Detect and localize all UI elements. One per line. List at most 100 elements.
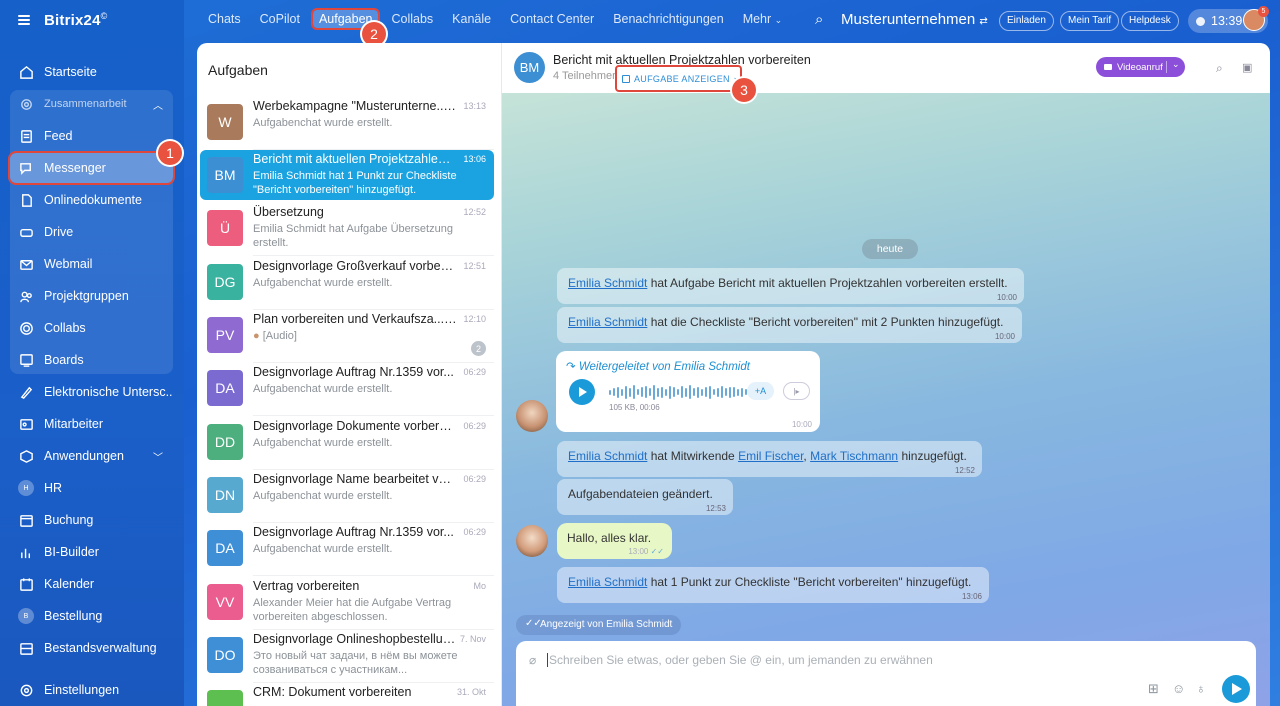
show-task-link[interactable]: AUFGABE ANZEIGEN › <box>615 65 742 92</box>
sidebar-item-onlinedokumente[interactable]: Onlinedokumente <box>10 185 173 215</box>
sidebar-item-label: Mitarbeiter <box>44 417 104 431</box>
sidebar-item-einstellungen[interactable]: Einstellungen <box>10 675 173 705</box>
system-message: Aufgabendateien geändert. 12:53 <box>557 479 733 515</box>
chat-time: 12:52 <box>463 207 486 217</box>
user-link[interactable]: Mark Tischmann <box>810 449 898 463</box>
sidebar-item-bestandsverwaltung[interactable]: Bestandsverwaltung <box>10 633 173 663</box>
chat-name: Designvorlage Großverkauf vorberei... <box>253 259 457 273</box>
chat-list-item[interactable]: DN Designvorlage Name bearbeitet vor... 06… <box>200 470 494 523</box>
chat-list-item[interactable]: DO Designvorlage Onlineshopbestellun... 7.… <box>200 630 494 683</box>
sidebar-item-bestellung[interactable]: B Bestellung <box>10 601 173 631</box>
chat-list-item[interactable]: CRM: Dokument vorbereiten 31. Okt <box>200 683 494 706</box>
chat-avatar: DG <box>207 264 243 300</box>
tab-mehr[interactable]: Mehr ⌄ <box>743 12 783 28</box>
video-call-button[interactable]: Videoanruf ⌄ <box>1096 57 1185 77</box>
message-time: 10:00 <box>994 332 1015 341</box>
seen-by-text: Angezeigt von Emilia Schmidt <box>540 619 673 630</box>
tab-benachrichtigungen[interactable]: Benachrichtigungen <box>613 12 724 28</box>
playback-speed-icon[interactable]: |▸ <box>783 382 810 400</box>
chevron-down-icon[interactable]: ⌄ <box>1172 59 1180 70</box>
sidebar-item-hr[interactable]: H HR <box>10 473 173 503</box>
helpdesk-button[interactable]: Helpdesk <box>1121 11 1179 31</box>
chat-list-item[interactable]: W Werbekampagne "Musterunterne...◀× 13:13 A… <box>200 97 494 150</box>
settings-icon <box>18 682 34 698</box>
forwarded-text: Weitergeleitet von Emilia Schmidt <box>578 361 750 373</box>
avatar[interactable] <box>516 525 548 557</box>
sidebar-item-collabs[interactable]: Collabs <box>10 313 173 343</box>
inventory-icon <box>18 640 34 656</box>
chat-name: Plan vorbereiten und Verkaufsza...◀× <box>253 312 457 326</box>
user-link[interactable]: Emil Fischer <box>738 449 803 463</box>
invite-button[interactable]: Einladen <box>999 11 1054 31</box>
play-icon[interactable] <box>569 379 595 405</box>
microphone-icon[interactable]: ♁ <box>1196 681 1206 696</box>
apps-icon[interactable]: ⊞ <box>1148 681 1159 697</box>
chat-list-item[interactable]: DA Designvorlage Auftrag Nr.1359 vor... 06… <box>200 523 494 576</box>
search-icon[interactable]: ⌕ <box>815 11 823 28</box>
chevron-up-icon[interactable]: ︿ <box>153 97 163 112</box>
user-avatar[interactable]: 5 <box>1243 6 1269 31</box>
chat-list-item[interactable]: BM Bericht mit aktuellen Projektzahlen ..… <box>200 150 494 200</box>
tab-kanaele[interactable]: Kanäle <box>452 12 491 28</box>
sidebar-item-feed[interactable]: Feed <box>10 121 173 151</box>
tab-collabs[interactable]: Collabs <box>391 12 433 28</box>
send-button[interactable] <box>1222 675 1250 703</box>
sidebar-item-startseite[interactable]: Startseite <box>10 57 173 87</box>
chat-time: 12:10 <box>463 314 486 324</box>
chat-participants[interactable]: 4 Teilnehmer <box>553 70 616 82</box>
message-time: 12:53 <box>705 504 726 513</box>
chat-avatar[interactable]: BM <box>514 52 545 83</box>
sidebar-item-buchung[interactable]: Buchung <box>10 505 173 535</box>
chat-avatar: DN <box>207 477 243 513</box>
attach-icon[interactable]: ⌀ <box>529 653 536 667</box>
user-link[interactable]: Emilia Schmidt <box>568 276 647 290</box>
chat-list-item[interactable]: Ü Übersetzung 12:52 Emilia Schmidt hat Aufg… <box>200 203 494 256</box>
avatar[interactable] <box>516 400 548 432</box>
chat-list-item[interactable]: PV Plan vorbereiten und Verkaufsza...◀× 12… <box>200 310 494 363</box>
message-time: 12:52 <box>954 466 975 475</box>
emoji-icon[interactable]: ☺ <box>1172 681 1185 696</box>
chat-list-item[interactable]: VV Vertrag vorbereiten Mo Alexander Meier h… <box>200 577 494 630</box>
logo[interactable]: Bitrix24© <box>44 11 107 29</box>
chat-time: 31. Okt <box>456 687 486 697</box>
audio-waveform[interactable] <box>609 384 751 400</box>
waveform-bar <box>609 389 611 395</box>
chat-list-item[interactable]: DA Designvorlage Auftrag Nr.1359 vor... 06… <box>200 363 494 416</box>
transcribe-button[interactable]: +A <box>747 382 774 400</box>
waveform-bar <box>621 388 623 396</box>
sidebar-item-kalender[interactable]: Kalender <box>10 569 173 599</box>
sidebar-item-bi-builder[interactable]: BI-Builder <box>10 537 173 567</box>
waveform-bar <box>645 386 647 398</box>
logo-row: Bitrix24© <box>18 11 107 29</box>
company-name[interactable]: Musterunternehmen ⇄ <box>841 11 988 28</box>
sidebar-toggle-icon[interactable]: ▣ <box>1242 61 1252 74</box>
tariff-button[interactable]: Mein Tarif <box>1060 11 1120 31</box>
chat-list-item[interactable]: DG Designvorlage Großverkauf vorberei... 1… <box>200 257 494 310</box>
sidebar-item-anwendungen[interactable]: Anwendungen ﹀ <box>10 441 173 471</box>
message-input[interactable]: Schreiben Sie etwas, oder geben Sie @ ei… <box>547 653 933 667</box>
waveform-bar <box>677 389 679 395</box>
sidebar-item-zusammenarbeit[interactable]: Zusammenarbeit ︿ <box>10 89 173 119</box>
chat-avatar: BM <box>207 157 243 193</box>
tab-chats[interactable]: Chats <box>208 12 241 28</box>
tab-contact-center[interactable]: Contact Center <box>510 12 594 28</box>
sidebar-item-messenger[interactable]: Messenger <box>8 151 175 185</box>
chevron-down-icon[interactable]: ﹀ <box>153 449 163 464</box>
user-link[interactable]: Emilia Schmidt <box>568 315 647 329</box>
sidebar-item-projektgruppen[interactable]: Projektgruppen <box>10 281 173 311</box>
tab-copilot[interactable]: CoPilot <box>260 12 300 28</box>
sidebar-item-drive[interactable]: Drive <box>10 217 173 247</box>
sidebar-item-signature[interactable]: Elektronische Untersc... <box>10 377 173 407</box>
user-link[interactable]: Emilia Schmidt <box>568 449 647 463</box>
waveform-bar <box>673 387 675 397</box>
sidebar-item-boards[interactable]: Boards <box>10 345 173 375</box>
chat-list-item[interactable]: DD Designvorlage Dokumente vorberei... 06:… <box>200 417 494 470</box>
system-message: Emilia Schmidt hat 1 Punkt zur Checklist… <box>557 567 989 603</box>
waveform-bar <box>669 385 671 399</box>
search-icon[interactable]: ⌕ <box>1216 61 1223 76</box>
menu-icon[interactable] <box>18 15 30 25</box>
message-composer[interactable]: ⌀ Schreiben Sie etwas, oder geben Sie @ … <box>516 641 1256 706</box>
user-link[interactable]: Emilia Schmidt <box>568 575 647 589</box>
sidebar-item-mitarbeiter[interactable]: Mitarbeiter <box>10 409 173 439</box>
sidebar-item-webmail[interactable]: Webmail <box>10 249 173 279</box>
